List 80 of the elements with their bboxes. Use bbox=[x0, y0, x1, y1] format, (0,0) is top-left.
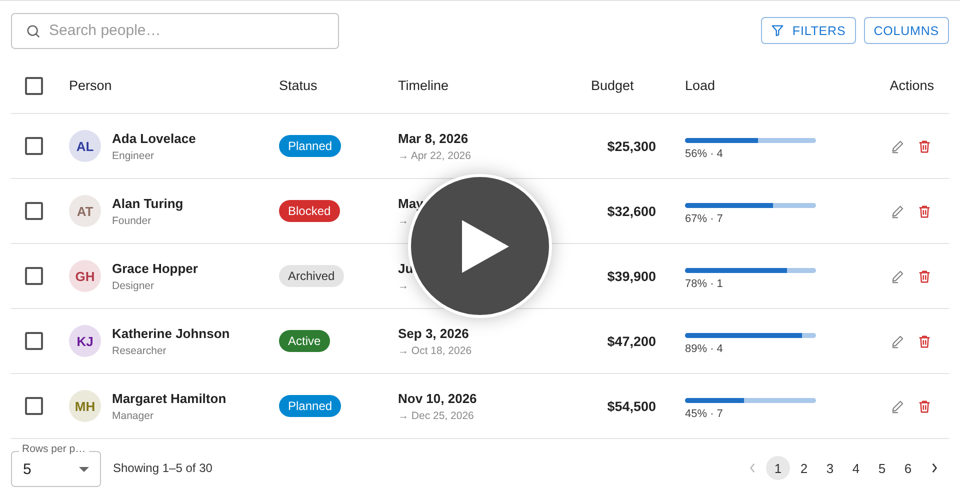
column-header: Timeline bbox=[398, 78, 449, 93]
pagination-summary: Showing 1–5 of 30 bbox=[113, 461, 212, 475]
budget-amount: $54,500 bbox=[607, 398, 656, 414]
budget-amount: $39,900 bbox=[607, 268, 656, 284]
trash-icon bbox=[917, 268, 932, 284]
status-chip: Archived bbox=[279, 265, 344, 287]
avatar: KJ bbox=[69, 325, 101, 357]
columns-button[interactable]: COLUMNS bbox=[864, 17, 949, 44]
end-date: → bbox=[398, 214, 408, 226]
person-role: Designer bbox=[112, 280, 156, 292]
play-icon bbox=[462, 220, 508, 272]
status-chip: Active bbox=[279, 330, 330, 352]
search-icon bbox=[26, 24, 41, 38]
pencil-icon bbox=[890, 138, 905, 154]
person-name: Alan Turing bbox=[112, 196, 184, 210]
page-button[interactable]: 3 bbox=[818, 456, 842, 480]
filter-icon bbox=[771, 24, 784, 37]
budget-amount: $32,600 bbox=[607, 204, 656, 218]
end-date: → Dec 25, 2026 bbox=[398, 410, 474, 422]
person-name: Katherine Johnson bbox=[112, 326, 230, 340]
filters-button[interactable]: FILTERS bbox=[761, 17, 856, 44]
chevron-left-icon bbox=[748, 463, 756, 473]
person-role: Researcher bbox=[112, 344, 168, 356]
page-button[interactable]: 1 bbox=[766, 456, 790, 480]
end-date: → bbox=[398, 280, 408, 292]
row-checkbox[interactable] bbox=[25, 267, 43, 285]
page-button[interactable]: 4 bbox=[844, 456, 868, 480]
caret-icon bbox=[79, 466, 89, 472]
trash-icon bbox=[917, 398, 932, 414]
search-field[interactable]: Search people… bbox=[11, 12, 339, 48]
status-chip: Planned bbox=[279, 135, 342, 157]
end-date: → Oct 18, 2026 bbox=[398, 344, 472, 356]
load-reading: 67% · 7 bbox=[685, 213, 723, 225]
column-header: Actions bbox=[890, 78, 934, 93]
select-value: 5 bbox=[23, 460, 32, 478]
pencil-icon bbox=[890, 204, 905, 218]
row-checkbox[interactable] bbox=[25, 202, 43, 220]
chevron-right-icon bbox=[930, 463, 938, 473]
rows-per-page-select[interactable]: Rows per p… 5 bbox=[11, 442, 101, 487]
column-header: Load bbox=[685, 78, 716, 93]
avatar: GH bbox=[69, 260, 101, 292]
load-reading: 78% · 1 bbox=[685, 278, 723, 290]
trash-icon bbox=[917, 334, 932, 348]
row-checkbox[interactable] bbox=[25, 397, 43, 415]
person-name: Margaret Hamilton bbox=[112, 390, 226, 406]
status-chip: Blocked bbox=[279, 200, 340, 222]
budget-amount: $25,300 bbox=[607, 138, 656, 154]
page-button[interactable]: 2 bbox=[792, 456, 816, 480]
start-date: Mar 8, 2026 bbox=[398, 130, 468, 146]
avatar: MH bbox=[69, 390, 101, 422]
start-date: Sep 3, 2026 bbox=[398, 326, 469, 340]
end-date: → Apr 22, 2026 bbox=[398, 150, 471, 162]
start-date: Nov 10, 2026 bbox=[398, 390, 477, 406]
column-header: Budget bbox=[591, 78, 634, 93]
pencil-icon bbox=[890, 268, 905, 284]
budget-amount: $47,200 bbox=[607, 334, 656, 348]
person-name: Grace Hopper bbox=[112, 260, 198, 276]
person-role: Founder bbox=[112, 214, 152, 226]
person-role: Engineer bbox=[112, 150, 156, 162]
row-checkbox[interactable] bbox=[25, 332, 43, 350]
page-button[interactable]: 6 bbox=[896, 456, 920, 480]
column-header: Status bbox=[279, 78, 318, 93]
page-button[interactable]: 5 bbox=[870, 456, 894, 480]
trash-icon bbox=[917, 204, 932, 218]
start-date: Ju bbox=[398, 260, 414, 276]
avatar: AL bbox=[69, 130, 101, 162]
load-reading: 89% · 4 bbox=[685, 343, 723, 355]
avatar: AT bbox=[69, 195, 101, 227]
pencil-icon bbox=[890, 334, 905, 348]
field-label: Rows per p… bbox=[19, 443, 89, 455]
person-role: Manager bbox=[112, 410, 154, 422]
load-reading: 56% · 4 bbox=[685, 148, 723, 160]
row-checkbox[interactable] bbox=[25, 137, 43, 155]
column-header: Person bbox=[69, 78, 112, 93]
trash-icon bbox=[917, 138, 932, 154]
person-name: Ada Lovelace bbox=[112, 130, 196, 146]
select-all-checkbox[interactable] bbox=[25, 76, 43, 94]
pencil-icon bbox=[890, 398, 905, 414]
status-chip: Planned bbox=[279, 395, 342, 417]
load-reading: 45% · 7 bbox=[685, 408, 723, 420]
